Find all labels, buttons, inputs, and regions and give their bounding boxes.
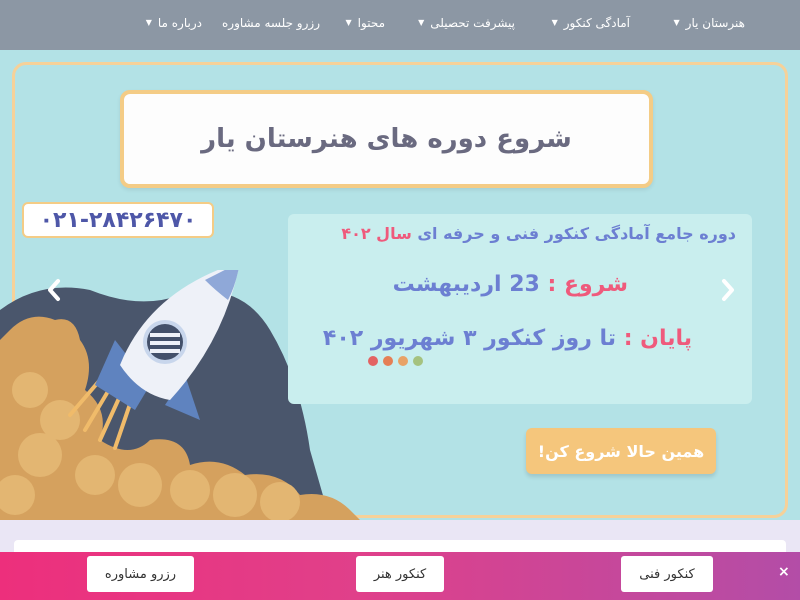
course-year: سال ۴۰۲ [341,224,412,243]
slider-prev-arrow[interactable] [42,276,66,304]
course-end: پایان : تا روز کنکور ۳ شهریور ۴۰۲ [323,326,692,351]
start-value: 23 اردیبهشت [392,272,540,297]
nav-item-book-consultation[interactable]: رزرو جلسه مشاوره [222,16,320,30]
caret-down-icon: ▼ [673,18,680,27]
nav-item-label: محتوا [357,16,385,30]
course-info-panel: دوره جامع آمادگی کنکور فنی و حرفه ای سال… [288,214,752,404]
nav-item-konkur-prep[interactable]: آمادگی کنکور ▼ [552,16,630,30]
slider-dot[interactable] [368,356,378,366]
nav-item-label: آمادگی کنکور [563,16,630,30]
konkur-honar-button[interactable]: کنکور هنر [356,556,444,592]
course-headline-mid: جامع آمادگی کنکور فنی و حرفه ای [411,224,700,243]
course-headline-pre: دوره [699,224,736,243]
book-consultation-button[interactable]: رزرو مشاوره [87,556,194,592]
caret-down-icon: ▼ [345,18,352,27]
slider-dots [368,356,423,366]
caret-down-icon: ▼ [418,18,425,27]
course-start: شروع : 23 اردیبهشت [393,272,628,297]
top-navigation: هنرستان یار ▼ آمادگی کنکور ▼ پیشرفت تحصیلی… [0,0,800,50]
chevron-left-icon [48,279,60,301]
slider-dot[interactable] [383,356,393,366]
konkur-fanni-button[interactable]: کنکور فنی [621,556,713,592]
hero-title-box: شروع دوره های هنرستان یار [120,90,653,188]
phone-number: ۰۲۱-۲۸۴۲۶۴۷۰ [22,202,214,238]
nav-item-academic-progress[interactable]: پیشرفت تحصیلی ▼ [418,16,515,30]
hero-title: شروع دوره های هنرستان یار [201,124,572,154]
caret-down-icon: ▼ [551,18,558,27]
nav-item-label: پیشرفت تحصیلی [430,16,515,30]
caret-down-icon: ▼ [145,18,152,27]
end-label: پایان : [623,326,692,351]
nav-item-content[interactable]: محتوا ▼ [346,16,385,30]
slider-dot[interactable] [413,356,423,366]
slider-next-arrow[interactable] [716,276,740,304]
start-label: شروع : [547,272,628,297]
nav-item-about-us[interactable]: درباره ما ▼ [146,16,202,30]
slider-dot[interactable] [398,356,408,366]
end-value: تا روز کنکور ۳ شهریور ۴۰۲ [322,326,617,351]
hero-slider: شروع دوره های هنرستان یار ۰۲۱-۲۸۴۲۶۴۷۰ د… [0,50,800,520]
course-headline: دوره جامع آمادگی کنکور فنی و حرفه ای سال… [341,224,736,243]
start-now-button[interactable]: همین حالا شروع کن! [526,428,716,474]
nav-item-label: هنرستان یار [685,16,745,30]
nav-item-hanarestan-yar[interactable]: هنرستان یار ▼ [674,16,745,30]
close-icon[interactable]: × [778,564,790,580]
nav-item-label: درباره ما [157,16,202,30]
nav-item-label: رزرو جلسه مشاوره [221,16,320,30]
bottom-action-bar: کنکور فنی کنکور هنر رزرو مشاوره × [0,552,800,600]
chevron-right-icon [722,279,734,301]
